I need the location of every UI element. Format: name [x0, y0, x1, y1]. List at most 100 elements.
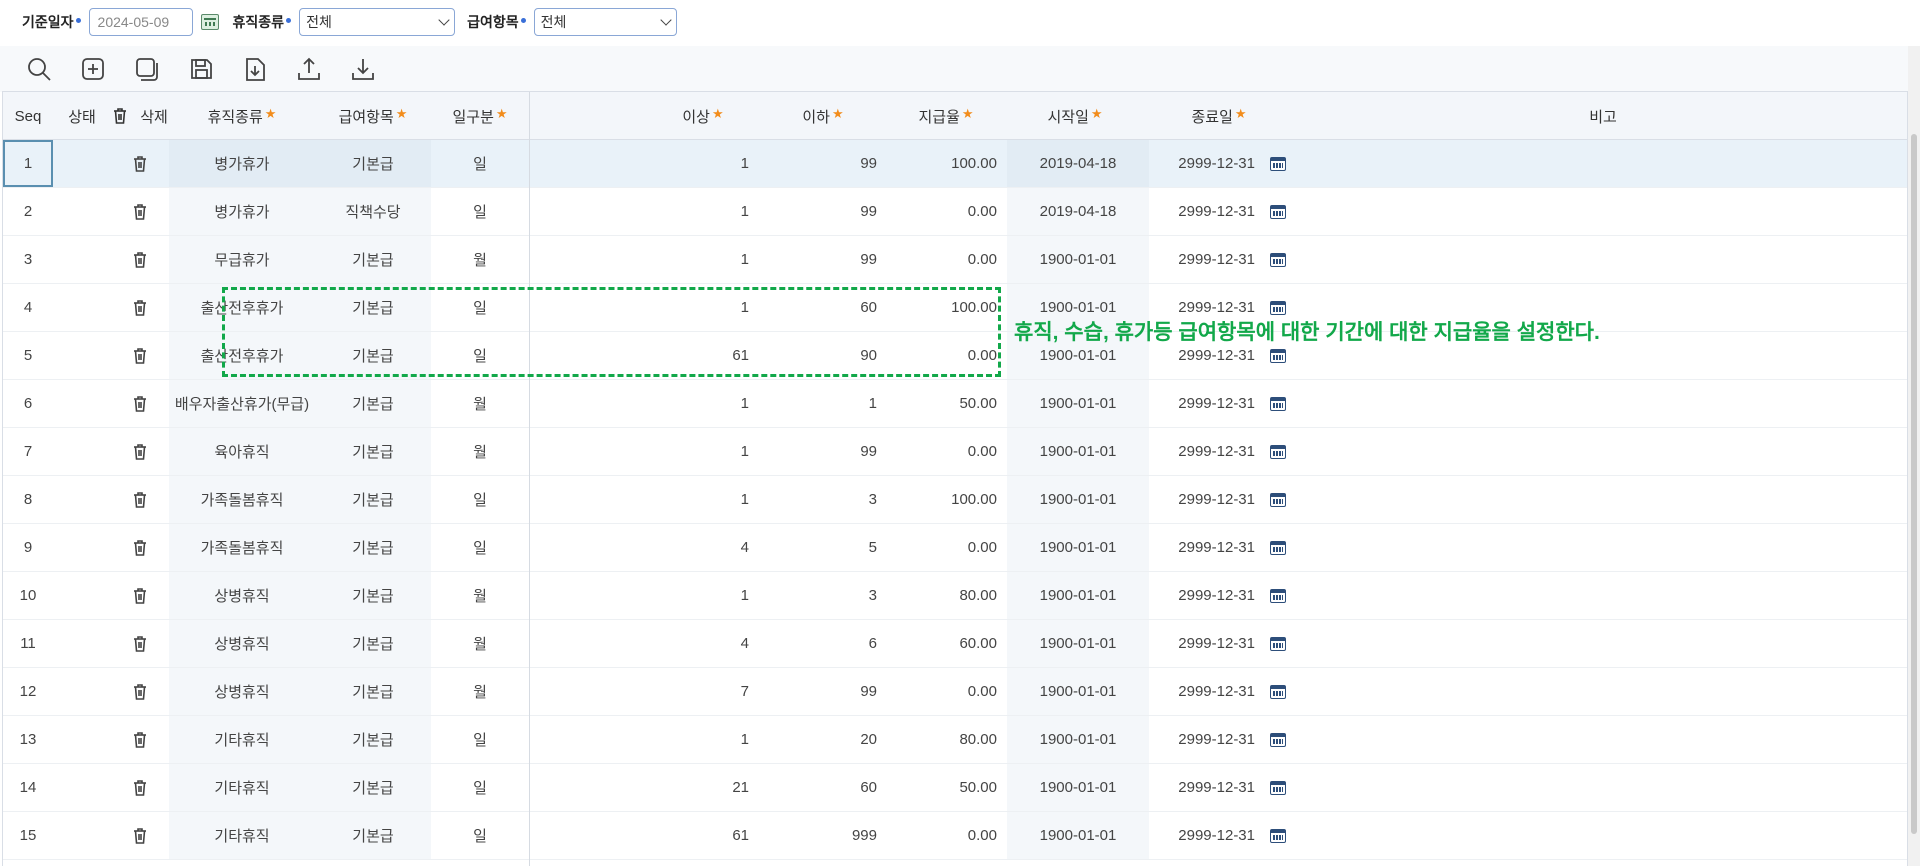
cell-pay-item[interactable]: 기본급: [315, 572, 431, 619]
cell-start[interactable]: 1900-01-01: [1007, 380, 1149, 427]
cell-start[interactable]: 1900-01-01: [1007, 572, 1149, 619]
cell-rate[interactable]: 0.00: [877, 524, 997, 571]
cell-to[interactable]: 99: [767, 428, 877, 475]
cell-end[interactable]: 2999-12-31: [1149, 572, 1255, 619]
cell-day-unit[interactable]: 일: [431, 716, 529, 763]
cell-leave-type[interactable]: 기타휴직: [169, 716, 315, 763]
cell-seq[interactable]: 10: [3, 572, 53, 619]
cell-start[interactable]: 1900-01-01: [1007, 812, 1149, 859]
calendar-icon[interactable]: [1270, 396, 1286, 411]
cell-seq[interactable]: 14: [3, 764, 53, 811]
cell-end[interactable]: 2999-12-31: [1149, 812, 1255, 859]
cell-rate[interactable]: 0.00: [877, 668, 997, 715]
calendar-cell[interactable]: [1255, 476, 1301, 523]
table-row[interactable]: 2 병가휴가 직책수당 일 1 99 0.00 2019-04-18 2999-12-31: [3, 188, 1907, 236]
cell-seq[interactable]: 11: [3, 620, 53, 667]
col-header-rate[interactable]: 지급율 ★: [901, 92, 991, 140]
cell-pay-item[interactable]: 기본급: [315, 620, 431, 667]
cell-to[interactable]: 99: [767, 188, 877, 235]
calendar-cell[interactable]: [1255, 620, 1301, 667]
table-row[interactable]: 13 기타휴직 기본급 일 1 20 80.00 1900-01-01 2999-12-31: [3, 716, 1907, 764]
cell-rate[interactable]: 80.00: [877, 572, 997, 619]
cell-from[interactable]: 21: [529, 764, 757, 811]
cell-rate[interactable]: 100.00: [877, 476, 997, 523]
cell-pay-item[interactable]: 기본급: [315, 812, 431, 859]
vertical-scrollbar[interactable]: [1908, 46, 1920, 866]
table-row[interactable]: 3 무급휴가 기본급 월 1 99 0.00 1900-01-01 2999-12-31: [3, 236, 1907, 284]
delete-cell[interactable]: [111, 380, 169, 427]
calendar-cell[interactable]: [1255, 572, 1301, 619]
download-icon[interactable]: [348, 54, 378, 84]
cell-rate[interactable]: 0.00: [877, 188, 997, 235]
cell-day-unit[interactable]: 월: [431, 236, 529, 283]
cell-day-unit[interactable]: 월: [431, 572, 529, 619]
table-row[interactable]: 15 기타휴직 기본급 일 61 999 0.00 1900-01-01 2999-12-31: [3, 812, 1907, 860]
calendar-icon[interactable]: [1270, 252, 1286, 267]
cell-seq[interactable]: 6: [3, 380, 53, 427]
table-row[interactable]: 9 가족돌봄휴직 기본급 일 4 5 0.00 1900-01-01 2999-12-31: [3, 524, 1907, 572]
cell-seq[interactable]: 3: [3, 236, 53, 283]
cell-to[interactable]: 20: [767, 716, 877, 763]
calendar-icon[interactable]: [1270, 204, 1286, 219]
table-row[interactable]: 11 상병휴직 기본급 월 4 6 60.00 1900-01-01 2999-12-31: [3, 620, 1907, 668]
cell-end[interactable]: 2999-12-31: [1149, 476, 1255, 523]
cell-from[interactable]: 1: [529, 236, 757, 283]
delete-cell[interactable]: [111, 476, 169, 523]
calendar-cell[interactable]: [1255, 812, 1301, 859]
trash-icon[interactable]: [132, 251, 148, 269]
delete-cell[interactable]: [111, 572, 169, 619]
cell-from[interactable]: 1: [529, 572, 757, 619]
cell-rate[interactable]: 100.00: [877, 140, 997, 187]
delete-cell[interactable]: [111, 428, 169, 475]
calendar-icon[interactable]: [1270, 444, 1286, 459]
cell-rate[interactable]: 0.00: [877, 428, 997, 475]
cell-from[interactable]: 1: [529, 716, 757, 763]
cell-end[interactable]: 2999-12-31: [1149, 236, 1255, 283]
pay-item-select[interactable]: 전체: [533, 8, 677, 36]
col-header-to[interactable]: 이하 ★: [783, 92, 863, 140]
calendar-cell[interactable]: [1255, 188, 1301, 235]
col-header-note[interactable]: 비고: [1553, 92, 1653, 140]
cell-seq[interactable]: 7: [3, 428, 53, 475]
delete-cell[interactable]: [111, 140, 169, 187]
trash-icon[interactable]: [132, 395, 148, 413]
col-header-leave-type[interactable]: 휴직종류 ★: [169, 92, 315, 140]
cell-rate[interactable]: 60.00: [877, 620, 997, 667]
cell-end[interactable]: 2999-12-31: [1149, 668, 1255, 715]
cell-from[interactable]: 7: [529, 668, 757, 715]
delete-cell[interactable]: [111, 236, 169, 283]
cell-pay-item[interactable]: 기본급: [315, 524, 431, 571]
calendar-cell[interactable]: [1255, 428, 1301, 475]
calendar-icon[interactable]: [1270, 492, 1286, 507]
calendar-icon[interactable]: [1270, 300, 1286, 315]
cell-to[interactable]: 99: [767, 668, 877, 715]
cell-seq[interactable]: 1: [3, 140, 53, 187]
trash-icon[interactable]: [132, 491, 148, 509]
copy-icon[interactable]: [132, 54, 162, 84]
cell-rate[interactable]: 80.00: [877, 716, 997, 763]
col-header-start[interactable]: 시작일 ★: [1025, 92, 1125, 140]
cell-pay-item[interactable]: 기본급: [315, 380, 431, 427]
cell-end[interactable]: 2999-12-31: [1149, 188, 1255, 235]
save-icon[interactable]: [186, 54, 216, 84]
table-row[interactable]: 14 기타휴직 기본급 일 21 60 50.00 1900-01-01 2999-12-31: [3, 764, 1907, 812]
cell-leave-type[interactable]: 상병휴직: [169, 620, 315, 667]
table-row[interactable]: 7 육아휴직 기본급 월 1 99 0.00 1900-01-01 2999-12-31: [3, 428, 1907, 476]
cell-day-unit[interactable]: 월: [431, 668, 529, 715]
cell-start[interactable]: 2019-04-18: [1007, 188, 1149, 235]
col-header-pay-item[interactable]: 급여항목 ★: [315, 92, 431, 140]
calendar-icon[interactable]: [1270, 684, 1286, 699]
cell-leave-type[interactable]: 육아휴직: [169, 428, 315, 475]
cell-leave-type[interactable]: 가족돌봄휴직: [169, 476, 315, 523]
base-date-input[interactable]: 2024-05-09: [88, 8, 193, 36]
cell-start[interactable]: 1900-01-01: [1007, 764, 1149, 811]
cell-pay-item[interactable]: 기본급: [315, 716, 431, 763]
download-file-icon[interactable]: [240, 54, 270, 84]
cell-rate[interactable]: 50.00: [877, 764, 997, 811]
scrollbar-thumb[interactable]: [1911, 134, 1917, 834]
col-header-from[interactable]: 이상 ★: [663, 92, 743, 140]
cell-rate[interactable]: 0.00: [877, 812, 997, 859]
cell-to[interactable]: 99: [767, 140, 877, 187]
cell-leave-type[interactable]: 병가휴가: [169, 140, 315, 187]
delete-cell[interactable]: [111, 716, 169, 763]
